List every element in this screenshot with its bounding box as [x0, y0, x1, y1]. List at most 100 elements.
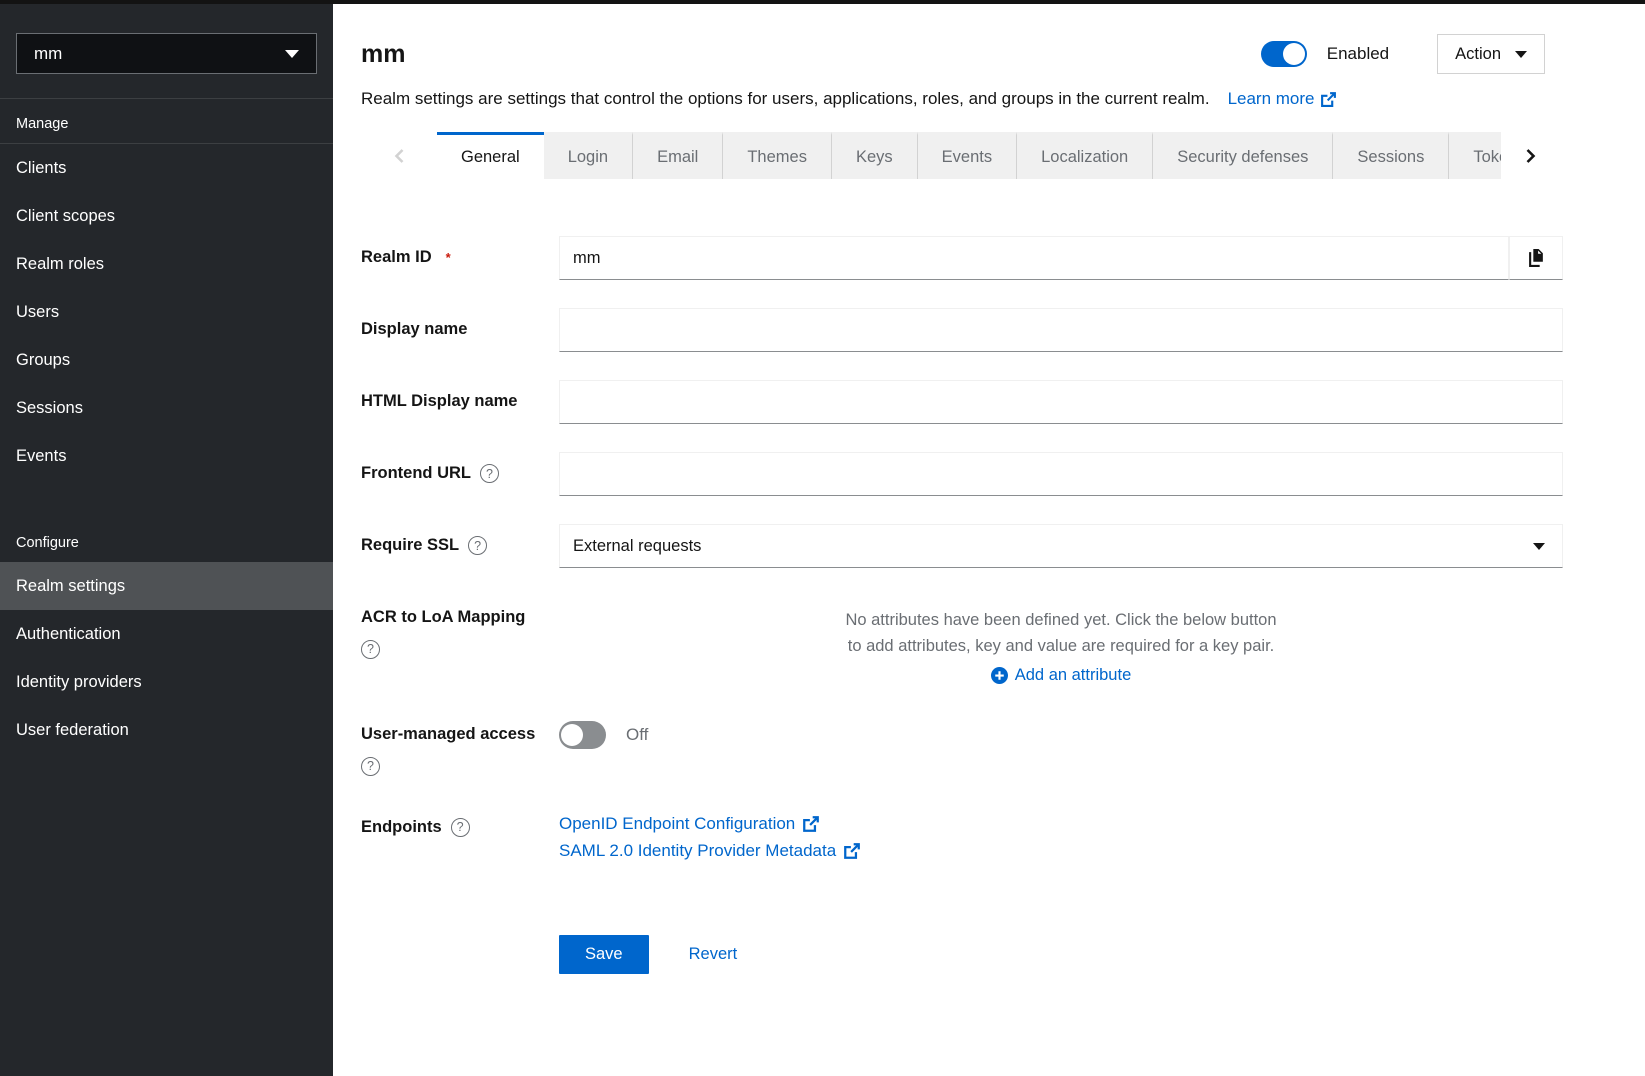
openid-endpoint-link[interactable]: OpenID Endpoint Configuration	[559, 814, 1563, 834]
nav-section-title-configure: Configure	[0, 518, 333, 562]
sidebar-item-identity-providers[interactable]: Identity providers	[0, 658, 333, 706]
html-display-name-label-text: HTML Display name	[361, 392, 517, 411]
main-content: mm Enabled Action Realm settings are set…	[333, 0, 1645, 1076]
tab-login[interactable]: Login	[544, 132, 632, 179]
sidebar-item-user-federation[interactable]: User federation	[0, 706, 333, 754]
enabled-label: Enabled	[1327, 44, 1389, 64]
saml-metadata-label: SAML 2.0 Identity Provider Metadata	[559, 841, 836, 861]
revert-button[interactable]: Revert	[689, 945, 738, 964]
saml-metadata-link[interactable]: SAML 2.0 Identity Provider Metadata	[559, 841, 1563, 861]
actions-spacer	[361, 889, 559, 974]
sidebar-item-realm-settings[interactable]: Realm settings	[0, 562, 333, 610]
sidebar-item-realm-roles[interactable]: Realm roles	[0, 240, 333, 288]
angle-left-icon	[393, 148, 406, 164]
realm-enabled-toggle[interactable]	[1261, 41, 1307, 67]
tab-email[interactable]: Email	[632, 132, 722, 179]
realm-id-label: Realm ID*	[361, 236, 559, 280]
sidebar-item-events[interactable]: Events	[0, 432, 333, 480]
realm-id-label-text: Realm ID	[361, 248, 432, 267]
realm-selector-value: mm	[34, 44, 62, 64]
add-attribute-label: Add an attribute	[1015, 666, 1132, 685]
nav-section-title-manage: Manage	[0, 99, 333, 143]
user-managed-access-label-text: User-managed access	[361, 725, 535, 744]
tabs-scroll-right-button[interactable]	[1501, 132, 1559, 179]
tab-keys[interactable]: Keys	[831, 132, 917, 179]
plus-circle-icon	[991, 667, 1008, 684]
acr-loa-label: ACR to LoA Mapping ?	[361, 596, 559, 689]
realm-selector-dropdown[interactable]: mm	[16, 33, 317, 74]
tabs-scroll-left-button[interactable]	[361, 132, 437, 179]
tab-events[interactable]: Events	[917, 132, 1016, 179]
help-icon[interactable]: ?	[361, 757, 380, 776]
openid-endpoint-label: OpenID Endpoint Configuration	[559, 814, 795, 834]
sidebar-item-sessions[interactable]: Sessions	[0, 384, 333, 432]
nav-section-configure: Configure Realm settings Authentication …	[0, 518, 333, 754]
display-name-label: Display name	[361, 308, 559, 352]
angle-right-icon	[1524, 148, 1537, 164]
require-ssl-label-text: Require SSL	[361, 536, 459, 555]
add-attribute-button[interactable]: Add an attribute	[991, 666, 1132, 685]
help-icon[interactable]: ?	[480, 464, 499, 483]
user-managed-access-state: Off	[626, 725, 648, 745]
acr-loa-row: ACR to LoA Mapping ? No attributes have …	[361, 596, 1563, 689]
require-ssl-select[interactable]: External requests	[559, 524, 1563, 568]
endpoints-row: Endpoints ? OpenID Endpoint Configuratio…	[361, 812, 1563, 861]
frontend-url-row: Frontend URL ?	[361, 452, 1563, 496]
help-icon[interactable]: ?	[468, 536, 487, 555]
external-link-icon	[1320, 91, 1337, 108]
nav-section-manage: Manage Clients Client scopes Realm roles…	[0, 99, 333, 480]
copy-icon	[1528, 249, 1545, 267]
endpoints-label: Endpoints ?	[361, 812, 559, 861]
help-icon[interactable]: ?	[451, 818, 470, 837]
user-managed-access-toggle[interactable]	[559, 721, 606, 749]
page-header: mm Enabled Action Realm settings are set…	[333, 4, 1645, 109]
frontend-url-label: Frontend URL ?	[361, 452, 559, 496]
external-link-icon	[802, 815, 820, 833]
realm-switcher-wrap: mm	[0, 4, 333, 99]
acr-loa-empty-state: No attributes have been defined yet. Cli…	[559, 596, 1563, 689]
tab-tokens[interactable]: Tokens	[1448, 132, 1501, 179]
header-controls: Enabled Action	[1261, 34, 1545, 74]
html-display-name-input[interactable]	[559, 380, 1563, 424]
display-name-label-text: Display name	[361, 320, 467, 339]
top-bar	[0, 0, 1645, 4]
acr-loa-label-text: ACR to LoA Mapping	[361, 608, 525, 627]
sidebar-item-client-scopes[interactable]: Client scopes	[0, 192, 333, 240]
general-settings-form: Realm ID* Display name	[333, 179, 1645, 974]
tab-security-defenses[interactable]: Security defenses	[1152, 132, 1332, 179]
sidebar: mm Manage Clients Client scopes Realm ro…	[0, 0, 333, 1076]
external-link-icon	[843, 842, 861, 860]
action-label: Action	[1455, 45, 1501, 64]
learn-more-label: Learn more	[1228, 89, 1315, 109]
require-ssl-row: Require SSL ? External requests	[361, 524, 1563, 568]
display-name-row: Display name	[361, 308, 1563, 352]
copy-button[interactable]	[1509, 236, 1563, 280]
tabs-viewport: General Login Email Themes Keys Events L…	[437, 132, 1501, 179]
user-managed-access-row: User-managed access ? Off	[361, 713, 1563, 776]
tab-themes[interactable]: Themes	[722, 132, 831, 179]
caret-down-icon	[1515, 51, 1527, 58]
sidebar-item-users[interactable]: Users	[0, 288, 333, 336]
sidebar-item-authentication[interactable]: Authentication	[0, 610, 333, 658]
learn-more-link[interactable]: Learn more	[1228, 89, 1337, 109]
html-display-name-row: HTML Display name	[361, 380, 1563, 424]
acr-loa-empty-text: No attributes have been defined yet. Cli…	[845, 608, 1277, 659]
realm-id-input[interactable]	[559, 236, 1509, 280]
toggle-knob	[1283, 43, 1305, 65]
endpoints-label-text: Endpoints	[361, 818, 442, 837]
tab-sessions[interactable]: Sessions	[1332, 132, 1448, 179]
caret-down-icon	[1533, 543, 1545, 550]
tab-general[interactable]: General	[437, 132, 544, 179]
tab-localization[interactable]: Localization	[1016, 132, 1152, 179]
action-dropdown-button[interactable]: Action	[1437, 34, 1545, 74]
display-name-input[interactable]	[559, 308, 1563, 352]
frontend-url-input[interactable]	[559, 452, 1563, 496]
require-ssl-label: Require SSL ?	[361, 524, 559, 568]
sidebar-item-groups[interactable]: Groups	[0, 336, 333, 384]
save-button[interactable]: Save	[559, 935, 649, 974]
help-icon[interactable]: ?	[361, 640, 380, 659]
html-display-name-label: HTML Display name	[361, 380, 559, 424]
sidebar-item-clients[interactable]: Clients	[0, 144, 333, 192]
app-layout: mm Manage Clients Client scopes Realm ro…	[0, 0, 1645, 1076]
page-title: mm	[361, 40, 405, 69]
